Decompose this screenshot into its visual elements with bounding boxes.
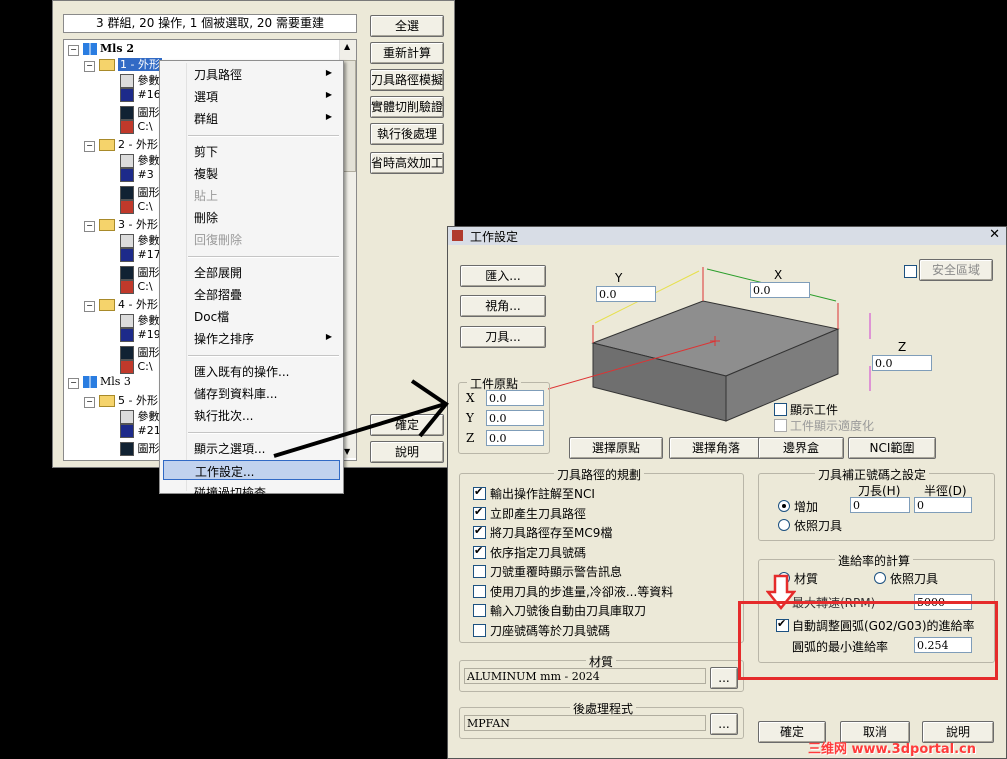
pointer-arrow [273,379,449,458]
watermark: 三维网 www.3dportal.cn [808,742,977,757]
